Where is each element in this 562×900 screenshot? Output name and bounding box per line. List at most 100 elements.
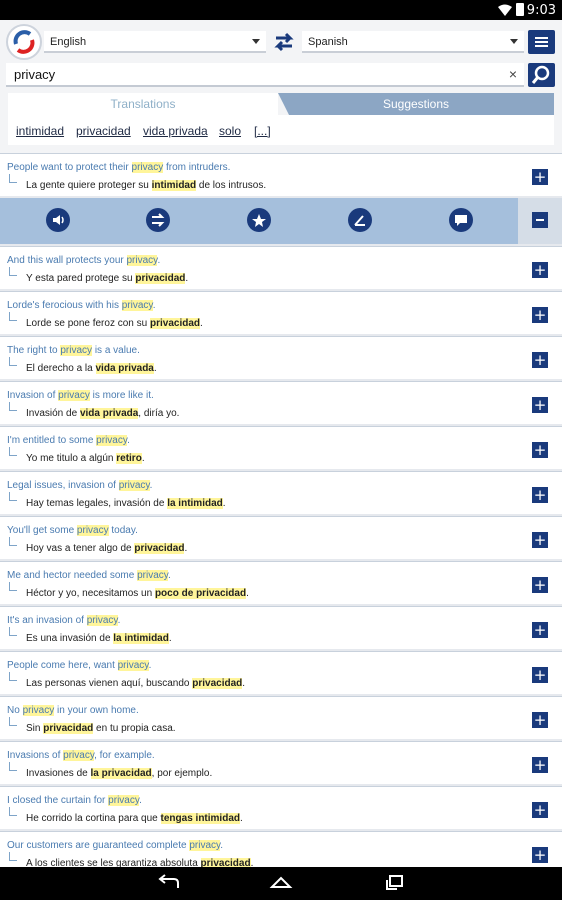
tab-translations[interactable]: Translations: [8, 93, 278, 115]
chat-button[interactable]: [449, 208, 473, 232]
home-icon[interactable]: [268, 874, 294, 892]
back-icon[interactable]: [156, 874, 182, 892]
example-row[interactable]: Me and hector needed some privacy. Héctor…: [0, 561, 562, 604]
swap-button[interactable]: [146, 208, 170, 232]
translation-link[interactable]: intimidad: [16, 124, 64, 138]
star-button[interactable]: [247, 208, 271, 232]
source-text: And this wall protects your: [7, 255, 127, 266]
example-row[interactable]: Invasion of privacy is more like it. Inva…: [0, 381, 562, 424]
example-row[interactable]: I'm entitled to some privacy. Yo me titul…: [0, 426, 562, 469]
example-row[interactable]: It's an invasion of privacy. Es una invas…: [0, 606, 562, 649]
speaker-icon: [53, 215, 64, 225]
example-actions-bar: [0, 198, 562, 244]
source-language-select[interactable]: English: [44, 31, 266, 53]
source-text: People come here, want: [7, 660, 118, 671]
target-text: .: [200, 318, 203, 329]
expand-button[interactable]: +: [532, 442, 548, 458]
chevron-down-icon: [510, 39, 518, 44]
return-arrow-icon: [9, 717, 17, 726]
source-highlight: privacy: [118, 480, 150, 491]
translation-link[interactable]: vida privada: [143, 124, 208, 138]
example-row[interactable]: People come here, want privacy. Las perso…: [0, 651, 562, 694]
expand-button[interactable]: +: [532, 667, 548, 683]
menu-button[interactable]: [528, 30, 555, 54]
source-text: Our customers are guaranteed complete: [7, 840, 190, 851]
return-arrow-icon: [9, 447, 17, 456]
expand-button[interactable]: +: [532, 397, 548, 413]
target-text: .: [153, 363, 157, 374]
source-sentence: Me and hector needed some privacy.: [7, 570, 171, 581]
expand-button[interactable]: +: [532, 712, 548, 728]
expand-button[interactable]: +: [532, 577, 548, 593]
return-arrow-icon: [9, 267, 17, 276]
source-text: is a value.: [92, 345, 140, 356]
expand-button[interactable]: +: [532, 532, 548, 548]
target-highlight: privacidad: [43, 723, 94, 734]
expand-button[interactable]: +: [532, 802, 548, 818]
source-sentence: Invasions of privacy, for example.: [7, 750, 155, 761]
source-highlight: privacy: [96, 435, 128, 446]
target-sentence: La gente quiere proteger su intimidad de…: [26, 180, 266, 191]
source-highlight: privacy: [126, 255, 158, 266]
collapse-button[interactable]: [518, 198, 562, 244]
source-sentence: Our customers are guaranteed complete pr…: [7, 840, 223, 851]
expand-button[interactable]: +: [532, 169, 548, 185]
source-highlight: privacy: [63, 750, 95, 761]
target-language-label: Spanish: [308, 36, 348, 48]
search-button[interactable]: [528, 63, 555, 87]
status-time: 9:03: [526, 3, 556, 18]
target-text: .: [141, 453, 145, 464]
target-text: , por ejemplo.: [151, 768, 213, 779]
tab-suggestions[interactable]: Suggestions: [278, 93, 554, 115]
target-highlight: la intimidad: [113, 633, 169, 644]
target-sentence: Hay temas legales, invasión de la intimi…: [26, 498, 226, 509]
example-row[interactable]: No privacy in your own home. Sin privacid…: [0, 696, 562, 739]
app-logo: [6, 24, 42, 60]
more-translations-link[interactable]: [...]: [254, 124, 271, 138]
return-arrow-icon: [9, 762, 17, 771]
target-sentence: Y esta pared protege su privacidad.: [26, 273, 188, 284]
target-highlight: vida privada: [79, 408, 139, 419]
example-row[interactable]: I closed the curtain for privacy. He corr…: [0, 786, 562, 829]
expand-button[interactable]: +: [532, 262, 548, 278]
target-sentence: He corrido la cortina para que tengas in…: [26, 813, 243, 824]
search-input[interactable]: privacy ×: [6, 63, 524, 87]
example-row[interactable]: You'll get some privacy today. Hoy vas a …: [0, 516, 562, 559]
example-row[interactable]: Legal issues, invasion of privacy. Hay te…: [0, 471, 562, 514]
source-text: .: [149, 480, 153, 491]
target-language-select[interactable]: Spanish: [302, 31, 524, 53]
target-sentence: Sin privacidad en tu propia casa.: [26, 723, 176, 734]
expand-button[interactable]: +: [532, 352, 548, 368]
example-row[interactable]: Lorde's ferocious with his privacy. Lorde…: [0, 291, 562, 334]
expand-button[interactable]: +: [532, 307, 548, 323]
expand-button[interactable]: +: [532, 622, 548, 638]
target-highlight: privacidad: [192, 678, 243, 689]
example-row[interactable]: And this wall protects your privacy. Y es…: [0, 246, 562, 289]
target-text: Hoy vas a tener algo de: [26, 543, 135, 554]
speaker-button[interactable]: [46, 208, 70, 232]
translation-link[interactable]: privacidad: [76, 124, 131, 138]
example-row[interactable]: People want to protect their privacy fro…: [0, 153, 562, 196]
translation-link[interactable]: solo: [219, 124, 241, 138]
result-tabs: Translations Suggestions: [8, 93, 554, 115]
menu-icon-bar: [535, 45, 548, 47]
target-sentence: Yo me titulo a algún retiro.: [26, 453, 145, 464]
example-row[interactable]: The right to privacy is a value. El derec…: [0, 336, 562, 379]
target-text: Invasiones de: [26, 768, 91, 779]
recent-apps-icon[interactable]: [382, 874, 408, 892]
target-highlight: poco de privacidad: [154, 588, 247, 599]
source-sentence: Invasion of privacy is more like it.: [7, 390, 154, 401]
target-highlight: privacidad: [134, 543, 185, 554]
swap-languages-button[interactable]: [272, 31, 296, 53]
chevron-down-icon: [252, 39, 260, 44]
source-text: is more like it.: [89, 390, 154, 401]
return-arrow-icon: [9, 174, 17, 183]
expand-button[interactable]: +: [532, 487, 548, 503]
share-button[interactable]: [348, 208, 372, 232]
expand-button[interactable]: +: [532, 757, 548, 773]
source-sentence: No privacy in your own home.: [7, 705, 139, 716]
example-row[interactable]: Invasions of privacy, for example. Invasi…: [0, 741, 562, 784]
source-text: .: [152, 300, 156, 311]
expand-button[interactable]: +: [532, 847, 548, 863]
clear-search-button[interactable]: ×: [509, 66, 517, 82]
